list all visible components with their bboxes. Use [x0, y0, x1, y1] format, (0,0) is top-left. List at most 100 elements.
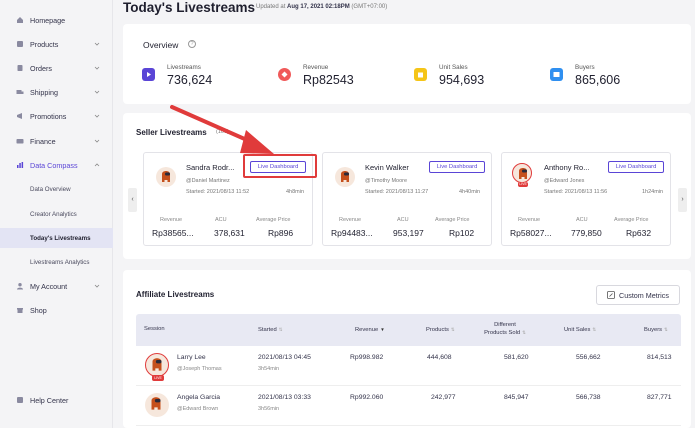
- character-icon: [151, 397, 161, 410]
- sidebar-subitem-data-overview[interactable]: Data Overview: [0, 179, 113, 199]
- revenue-icon: [278, 68, 291, 81]
- products-value: 242,977: [431, 394, 456, 401]
- metric-value: Rp82543: [303, 73, 354, 87]
- column-header-products-label: Products: [426, 327, 449, 333]
- average-price-label: Average Price: [614, 217, 649, 223]
- live-dashboard-button[interactable]: Live Dashboard: [608, 161, 664, 173]
- edit-icon: [607, 291, 615, 299]
- column-header-products[interactable]: Products ⇅: [426, 326, 455, 334]
- chevron-down-icon: [94, 90, 100, 94]
- buyers-icon: [550, 68, 563, 81]
- updated-time: Aug 17, 2021 02:18PM: [287, 4, 350, 10]
- custom-metrics-button[interactable]: Custom Metrics: [596, 285, 680, 305]
- carousel-next-button[interactable]: ›: [678, 188, 687, 212]
- sort-icon: ⇅: [664, 327, 668, 332]
- buyers-value: 827,771: [647, 394, 672, 401]
- annotation-arrow-icon: [170, 105, 274, 154]
- column-header-buyers[interactable]: Buyers ⇅: [644, 326, 668, 334]
- table-row[interactable]: Angela Garcia @Edward Brown 2021/08/13 0…: [136, 386, 681, 426]
- carousel-prev-button[interactable]: ‹: [128, 188, 137, 212]
- sort-icon: ⇅: [450, 327, 455, 332]
- duration: 3h56min: [258, 406, 280, 412]
- chevron-down-icon: [94, 284, 100, 288]
- seller-name: Kevin Walker: [365, 163, 409, 172]
- column-header-revenue[interactable]: Revenue ▼: [355, 326, 385, 334]
- avatar: [145, 393, 169, 417]
- metric-value: 954,693: [439, 73, 485, 87]
- sort-desc-icon: ▼: [380, 327, 385, 332]
- average-price-value: Rp896: [268, 228, 294, 238]
- sidebar-item-data-compass[interactable]: Data Compass: [0, 155, 113, 175]
- unit-sales-value: 566,738: [576, 394, 601, 401]
- different-products-value: 845,947: [504, 394, 529, 401]
- live-dashboard-button[interactable]: Live Dashboard: [429, 161, 485, 173]
- overview-card: [123, 24, 691, 104]
- sidebar-item-shop[interactable]: Shop: [0, 300, 113, 320]
- affiliate-name: Larry Lee: [177, 354, 206, 361]
- metric-value: 865,606: [575, 73, 621, 87]
- sidebar-subitem-todays-livestreams[interactable]: Today's Livestreams: [0, 228, 113, 248]
- help-icon[interactable]: ?: [188, 40, 196, 48]
- sidebar-subitem-creator-analytics[interactable]: Creator Analytics: [0, 204, 113, 224]
- column-header-unit-sales[interactable]: Unit Sales ⇅: [564, 326, 596, 334]
- column-header-started[interactable]: Started ⇅: [258, 326, 282, 334]
- character-icon: [519, 168, 527, 179]
- table-row[interactable]: LIVE Larry Lee @Joseph Thomas 2021/08/13…: [136, 346, 681, 386]
- sidebar-item-promotions[interactable]: Promotions: [0, 106, 113, 126]
- column-header-buyers-label: Buyers: [644, 327, 663, 333]
- updated-prefix: Updated at: [256, 4, 288, 10]
- column-header-started-label: Started: [258, 327, 277, 333]
- sidebar-item-finance[interactable]: Finance: [0, 131, 113, 151]
- started-time: 2021/08/13 03:33: [258, 394, 311, 401]
- seller-card[interactable]: Kevin Walker @Timothy Moore Started: 202…: [322, 152, 492, 246]
- avatar: LIVE: [512, 163, 532, 187]
- sidebar-item-label: Orders: [30, 63, 52, 73]
- sidebar-subitem-livestreams-analytics[interactable]: Livestreams Analytics: [0, 252, 113, 272]
- column-header-revenue-label: Revenue: [355, 327, 379, 333]
- acu-label: ACU: [576, 217, 588, 223]
- metric-value: 736,624: [167, 73, 213, 87]
- duration: 3h54min: [258, 366, 280, 372]
- live-badge: LIVE: [152, 375, 164, 381]
- help-center-icon: [16, 396, 24, 404]
- custom-metrics-label: Custom Metrics: [619, 290, 669, 300]
- sidebar-item-shipping[interactable]: Shipping: [0, 82, 113, 102]
- column-header-different-products[interactable]: Different Products Sold ⇅: [482, 322, 528, 337]
- started-time: Started: 2021/08/13 11:27: [365, 189, 429, 195]
- acu-value: 779,850: [571, 228, 602, 238]
- duration: 4h40min: [459, 189, 481, 195]
- sort-icon: ⇅: [278, 327, 283, 332]
- revenue-label: Revenue: [339, 217, 362, 223]
- column-header-session: Session: [144, 326, 165, 332]
- chevron-down-icon: [94, 42, 100, 46]
- sidebar-subitem-label: Data Overview: [30, 185, 71, 193]
- sidebar-item-my-account[interactable]: My Account: [0, 276, 113, 296]
- sidebar-item-label: Shipping: [30, 87, 58, 97]
- metric-label: Livestreams: [167, 64, 201, 71]
- average-price-label: Average Price: [256, 217, 291, 223]
- seller-handle: @Timothy Moore: [365, 178, 408, 184]
- home-icon: [16, 16, 24, 24]
- shipping-icon: [16, 88, 24, 96]
- revenue-value: Rp992.060: [350, 394, 384, 401]
- acu-value: 378,631: [214, 228, 245, 238]
- products-value: 444,608: [427, 354, 452, 361]
- shop-icon: [16, 306, 24, 314]
- average-price-value: Rp632: [626, 228, 652, 238]
- avatar: [156, 167, 176, 187]
- sidebar-item-label: Promotions: [30, 111, 67, 121]
- sidebar-item-homepage[interactable]: Homepage: [0, 10, 113, 30]
- page-title: Today's Livestreams: [123, 0, 256, 15]
- seller-card[interactable]: LIVE Anthony Ro... @Edward Jones Started…: [501, 152, 671, 246]
- sidebar-item-orders[interactable]: Orders: [0, 58, 113, 78]
- chevron-down-icon: [94, 66, 100, 70]
- avatar: [335, 167, 355, 187]
- affiliate-name: Angela Garcia: [177, 394, 221, 401]
- acu-value: 953,197: [393, 228, 424, 238]
- affiliate-handle: @Edward Brown: [177, 406, 219, 412]
- sidebar-item-products[interactable]: Products: [0, 34, 113, 54]
- table-header: Session Started ⇅ Revenue ▼ Products ⇅ Diff…: [136, 314, 681, 346]
- overview-title: Overview: [143, 40, 179, 50]
- sidebar-item-help-center[interactable]: Help Center: [0, 390, 113, 410]
- sidebar-item-label: Homepage: [30, 15, 66, 25]
